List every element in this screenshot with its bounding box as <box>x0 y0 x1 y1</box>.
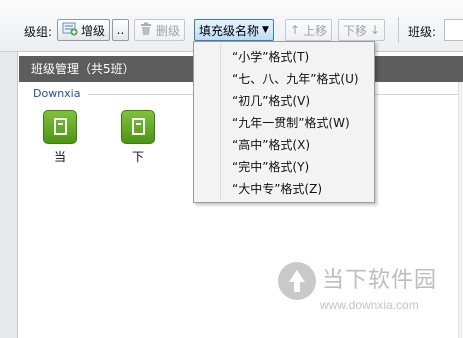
group-title: Downxia <box>33 87 81 100</box>
grade-tile-1-label: 当 <box>53 150 66 164</box>
scroll-edge <box>458 82 463 338</box>
class-select[interactable] <box>444 19 463 41</box>
add-grade-button[interactable]: 增级 <box>57 19 111 41</box>
menu-item-high-school[interactable]: “高中”格式(X) <box>196 134 372 156</box>
menu-item-junior-n[interactable]: “初几”格式(V) <box>196 90 372 112</box>
grade-tile-2-label: 下 <box>131 150 144 164</box>
move-up-button[interactable]: ↑ 上移 <box>285 19 333 41</box>
fill-grade-name-button[interactable]: 填充级名称 ▼ <box>194 19 274 41</box>
green-document-icon <box>54 118 67 135</box>
toolbar-separator <box>398 17 399 43</box>
move-down-button[interactable]: 下移 ↓ <box>338 19 386 41</box>
add-grade-icon <box>62 22 78 39</box>
move-up-label: 上移 <box>303 23 328 38</box>
delete-grade-button[interactable]: 删级 <box>134 19 186 41</box>
trash-icon <box>139 22 153 39</box>
menu-item-complete-middle[interactable]: “完中”格式(Y) <box>196 156 372 178</box>
grade-group-label: 级组: <box>24 25 53 39</box>
more-label: .. <box>116 23 125 37</box>
arrow-down-icon: ↓ <box>370 23 381 37</box>
more-button[interactable]: .. <box>112 19 129 41</box>
menu-item-college[interactable]: “大中专”格式(Z) <box>196 178 372 200</box>
grade-tile-2[interactable] <box>121 110 155 144</box>
delete-grade-label: 删级 <box>156 23 181 38</box>
menu-item-grade-7-8-9[interactable]: “七、八、九年”格式(U) <box>196 68 372 90</box>
grade-tile-1[interactable] <box>43 110 77 144</box>
watermark-url: www.downxia.com <box>320 298 419 312</box>
arrow-up-icon: ↑ <box>290 23 301 37</box>
dropdown-arrow-icon: ▼ <box>262 25 269 35</box>
fill-grade-name-label: 填充级名称 <box>199 23 260 38</box>
move-down-label: 下移 <box>343 23 368 38</box>
left-pane-edge <box>0 52 18 338</box>
add-grade-label: 增级 <box>81 23 106 38</box>
class-label: 班级: <box>408 25 437 39</box>
menu-item-nine-year[interactable]: “九年一贯制”格式(W) <box>196 112 372 134</box>
green-document-icon <box>132 118 145 135</box>
watermark-logo-icon <box>278 262 316 300</box>
menu-item-primary-school[interactable]: “小学”格式(T) <box>196 46 372 68</box>
watermark-title: 当下软件园 <box>322 268 438 293</box>
fill-name-dropdown-menu: “小学”格式(T) “七、八、九年”格式(U) “初几”格式(V) “九年一贯制… <box>193 41 375 203</box>
